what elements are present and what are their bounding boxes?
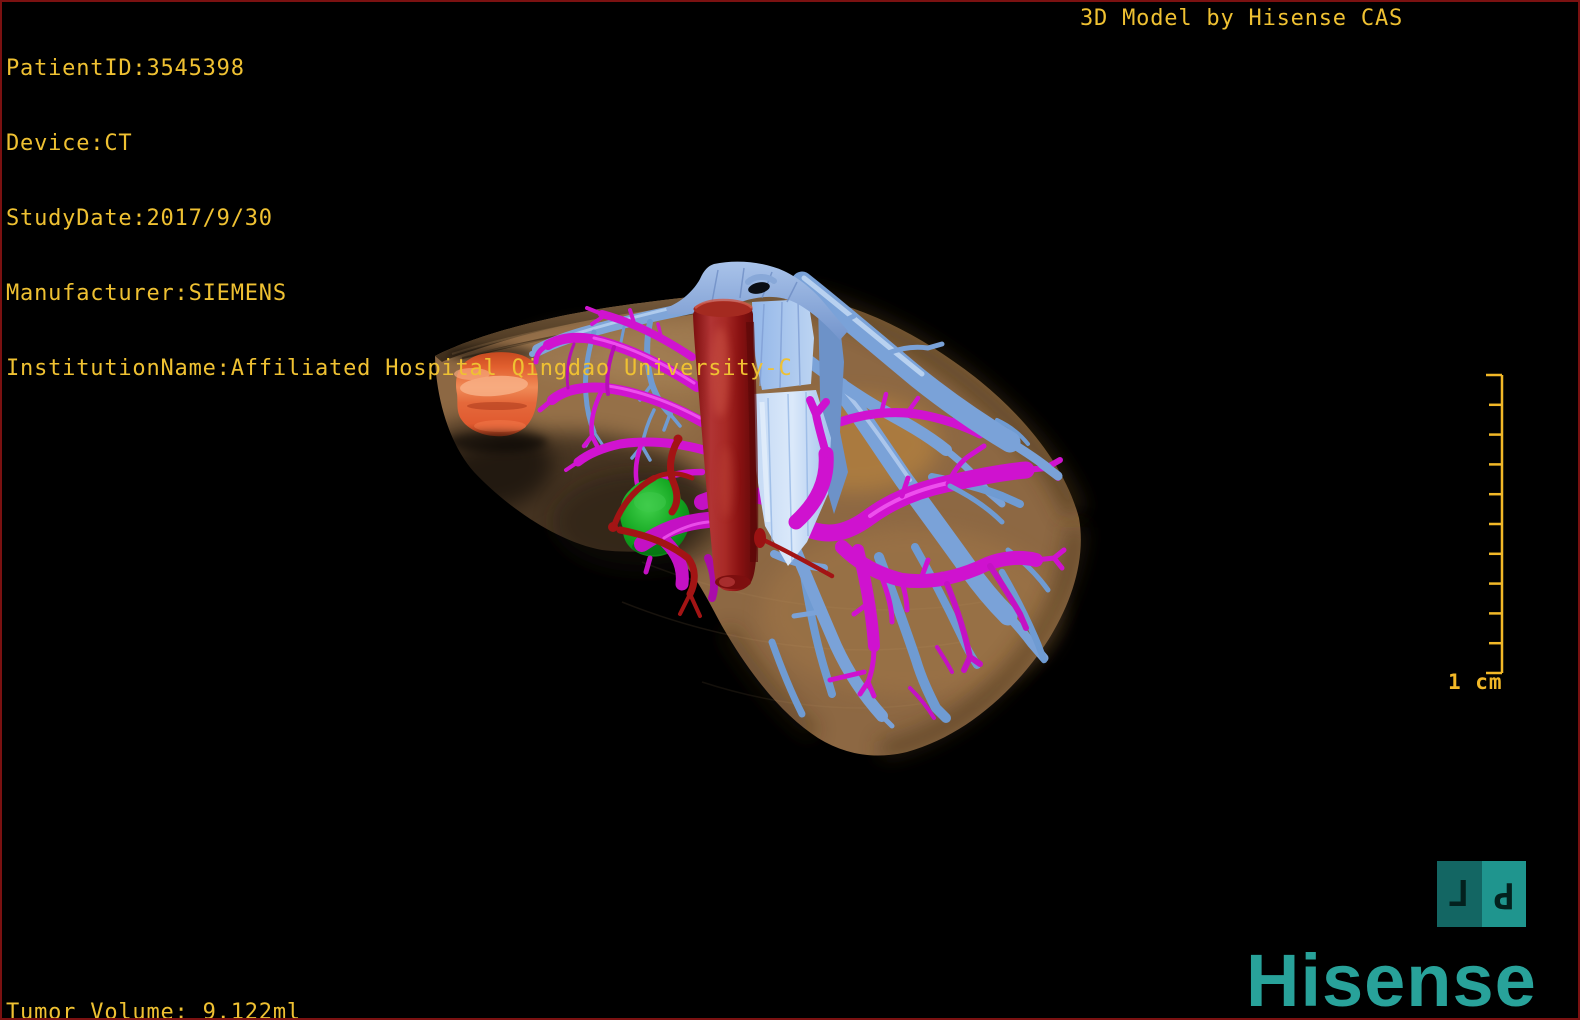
patient-id-line: PatientID:3545398 <box>6 56 245 81</box>
orientation-cube[interactable]: L P <box>1437 861 1526 927</box>
orientation-letter-p: P <box>1492 873 1515 915</box>
orientation-letter-l: L <box>1448 873 1471 915</box>
scale-bar <box>1484 373 1506 677</box>
scale-bar-label: 1 cm <box>1448 670 1503 694</box>
manufacturer-line: Manufacturer:SIEMENS <box>6 281 287 306</box>
orientation-face-left: L <box>1437 861 1482 927</box>
device-line: Device:CT <box>6 131 133 156</box>
application-window: PatientID:3545398 Device:CT StudyDate:20… <box>0 0 1580 1020</box>
orientation-face-right: P <box>1481 861 1526 927</box>
viewer-title: 3D Model by Hisense CAS <box>1080 6 1404 31</box>
study-date-line: StudyDate:2017/9/30 <box>6 206 273 231</box>
volume-stats-overlay: Tumor Volume: 9.122ml Liver Volume: 1253… <box>6 950 301 1020</box>
institution-line: InstitutionName:Affiliated Hospital Qing… <box>6 356 793 381</box>
scale-bar-ticks <box>1486 373 1502 675</box>
hisense-logo: Hisense <box>1246 939 1537 1020</box>
tumor-volume-line: Tumor Volume: 9.122ml <box>6 1000 301 1020</box>
patient-info-overlay: PatientID:3545398 Device:CT StudyDate:20… <box>6 6 793 431</box>
